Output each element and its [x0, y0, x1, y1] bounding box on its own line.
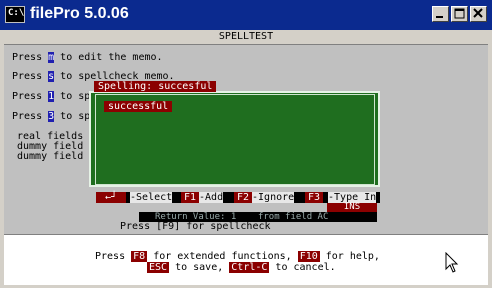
- instruction-line: Press 1 to sp: [12, 91, 91, 102]
- f2-key[interactable]: F2: [234, 192, 253, 203]
- ignore-action[interactable]: -Ignore: [252, 192, 295, 203]
- suggestion-item[interactable]: successful: [104, 101, 173, 112]
- help-line-1: Press F8 for extended functions, F10 for…: [95, 251, 380, 262]
- f8-key[interactable]: F8: [131, 251, 148, 262]
- console-app-icon[interactable]: C:\: [5, 6, 25, 23]
- f10-key[interactable]: F10: [297, 251, 320, 262]
- esc-key[interactable]: ESC: [147, 262, 170, 273]
- close-button[interactable]: [470, 6, 487, 22]
- app-icon-label: C:\: [8, 8, 25, 18]
- close-icon: [473, 8, 483, 18]
- maximize-icon: [454, 8, 465, 19]
- mouse-pointer-icon: [445, 252, 459, 273]
- ctrl-c-key[interactable]: Ctrl-C: [229, 262, 270, 273]
- select-action[interactable]: -Select: [130, 192, 173, 203]
- field-label: dummy field: [17, 151, 84, 162]
- minimize-button[interactable]: [432, 6, 449, 22]
- minimize-icon: [436, 16, 443, 18]
- help-line-2: ESC to save, Ctrl-C to cancel.: [147, 262, 336, 273]
- maximize-button[interactable]: [451, 6, 468, 22]
- instruction-line: Press m to edit the memo.: [12, 52, 163, 63]
- add-action[interactable]: -Add: [199, 192, 224, 203]
- enter-key-icon[interactable]: ←┘: [96, 192, 126, 203]
- f9-hint: Press [F9] for spellcheck: [120, 221, 271, 232]
- screen-title: SPELLTEST: [218, 31, 274, 42]
- dialog-title: Spelling: succesful: [94, 81, 217, 92]
- f1-key[interactable]: F1: [181, 192, 200, 203]
- instruction-line: Press 3 to sp: [12, 111, 91, 122]
- window-title: filePro 5.0.06: [30, 5, 129, 22]
- f3-key[interactable]: F3: [305, 192, 324, 203]
- ins-indicator: INS: [327, 203, 377, 212]
